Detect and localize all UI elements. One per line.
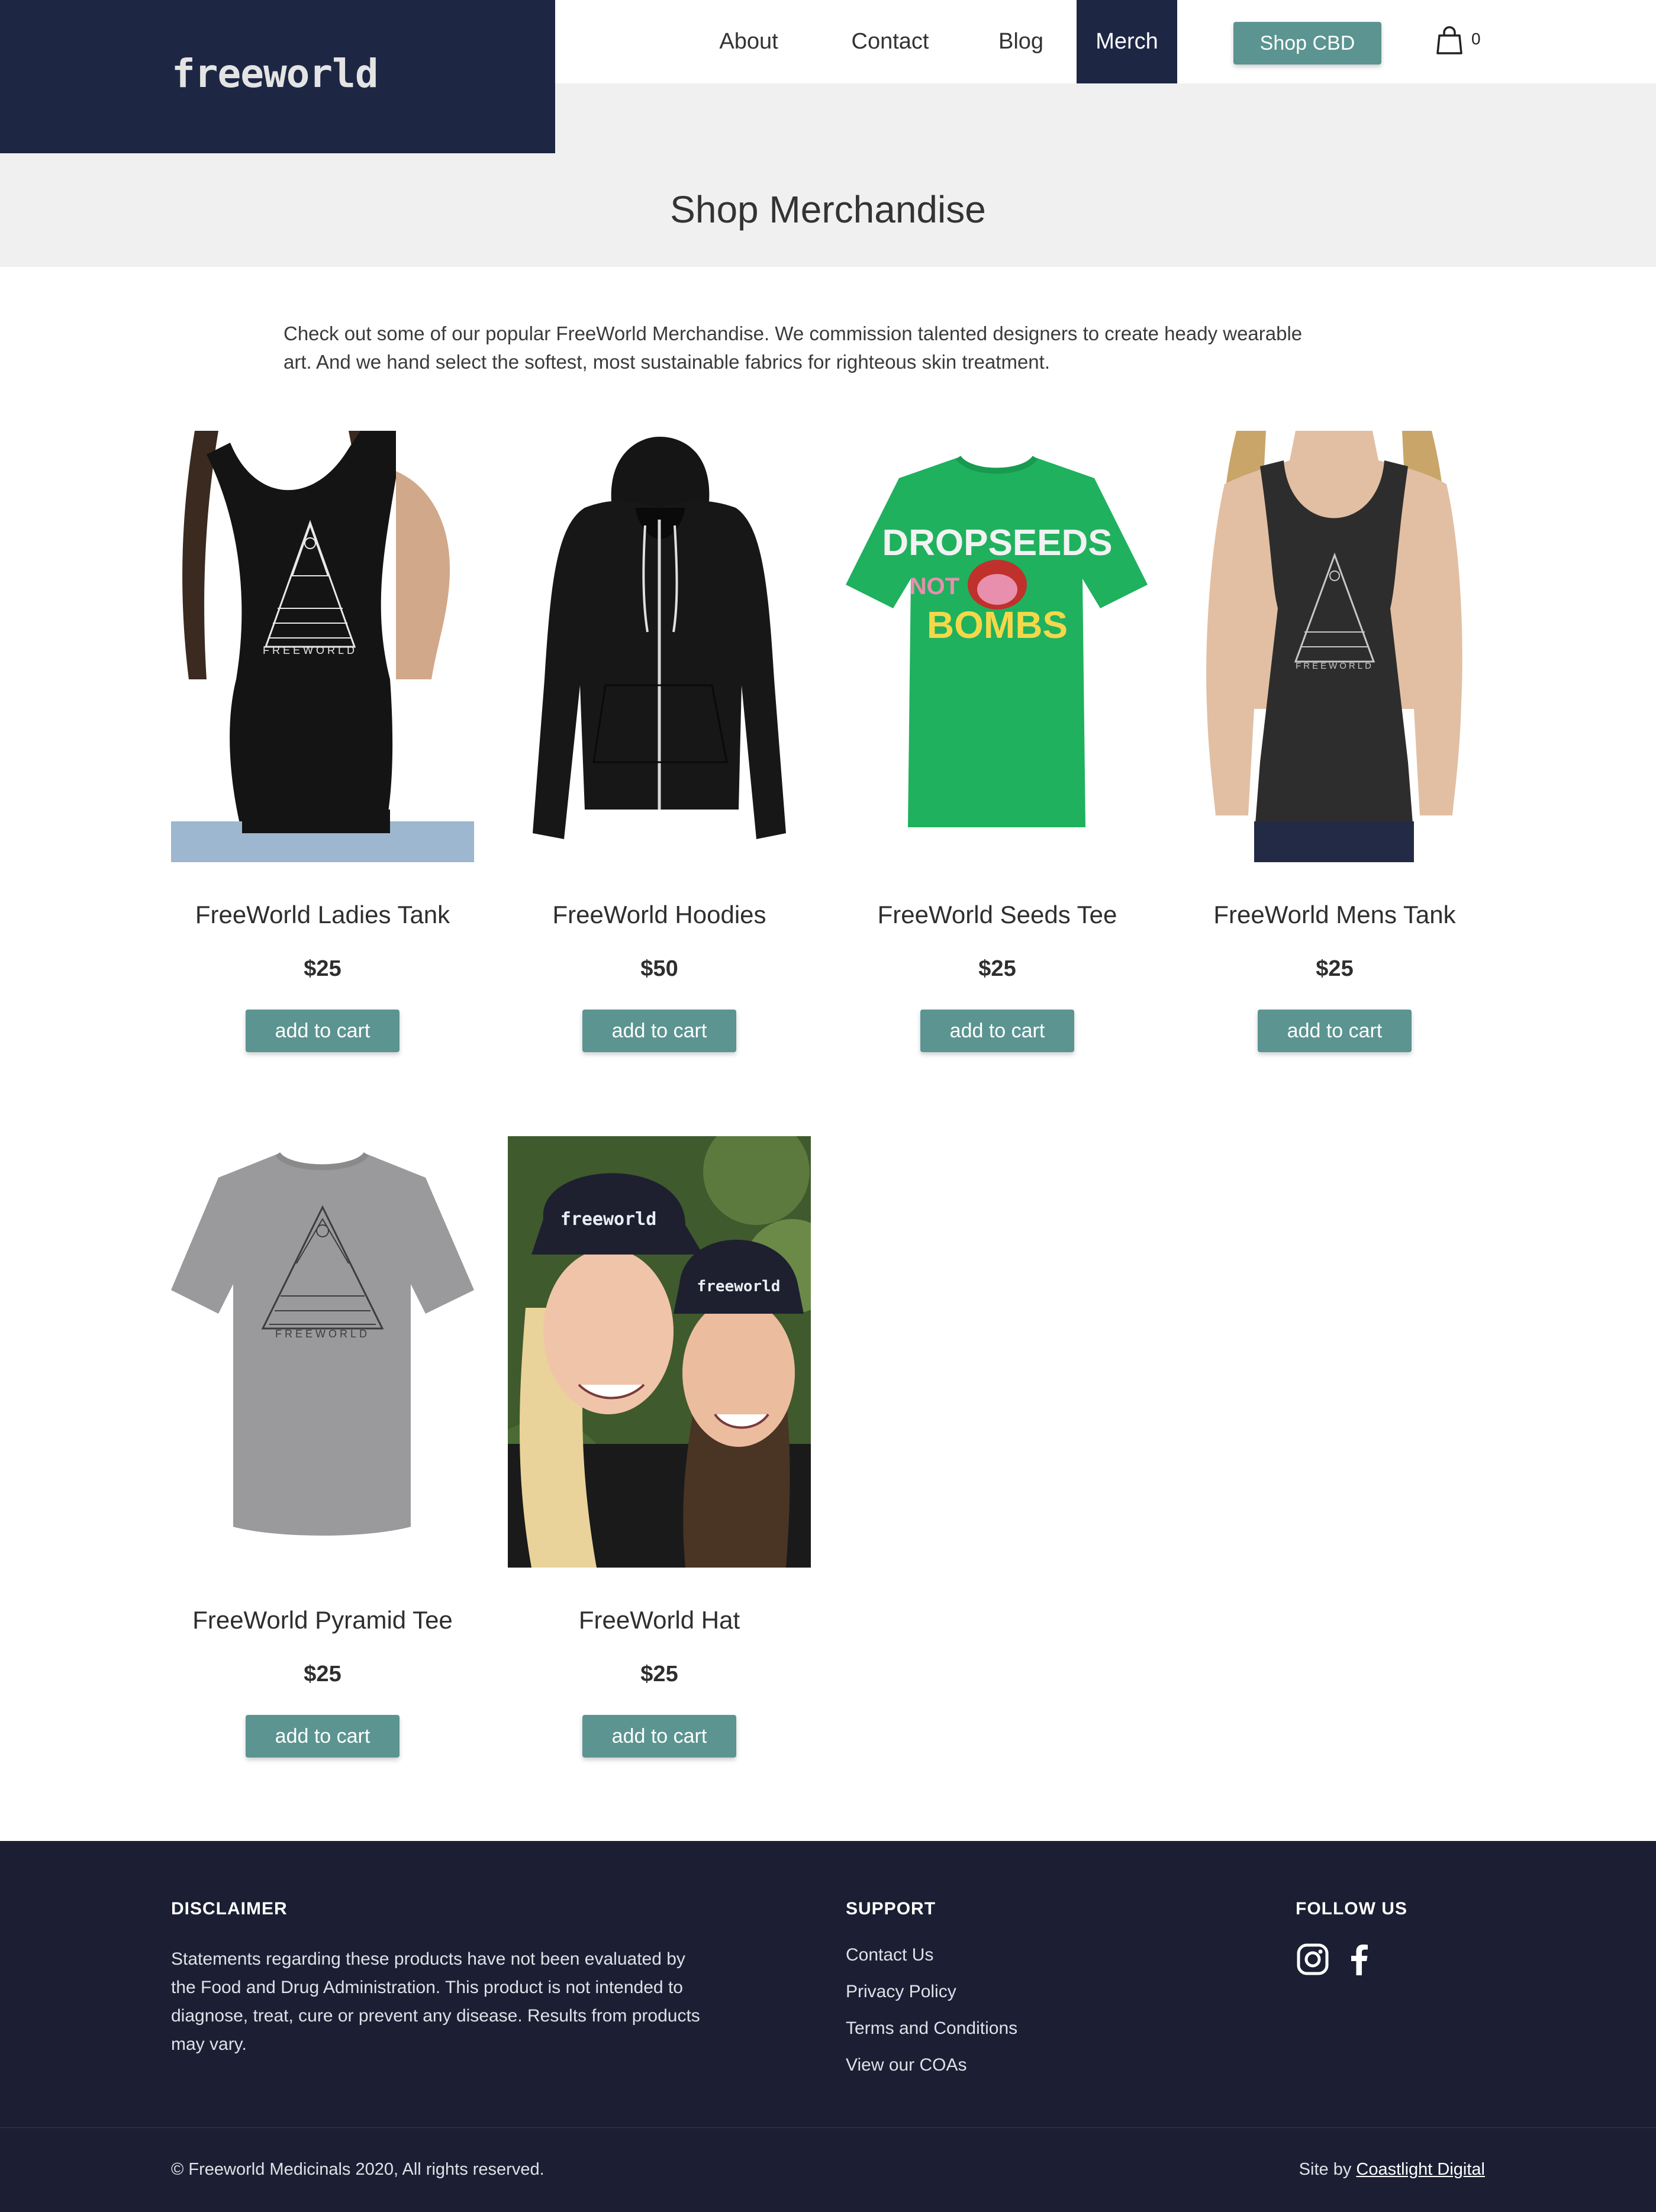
product-image[interactable]: FREEWORLD: [1183, 431, 1486, 862]
product-price: $25: [304, 956, 341, 981]
support-heading: SUPPORT: [846, 1899, 936, 1918]
footer-divider: [0, 2127, 1656, 2128]
footer-link-terms[interactable]: Terms and Conditions: [846, 2018, 1017, 2039]
shop-cbd-button[interactable]: Shop CBD: [1233, 22, 1381, 65]
garment-print-text: FREEWORLD: [263, 644, 357, 656]
product-price: $25: [1316, 956, 1354, 981]
seeds-print-line-3: BOMBS: [927, 604, 1068, 646]
product-price: $25: [640, 1662, 678, 1687]
garment-print-text: FREEWORLD: [275, 1328, 370, 1340]
product-card: FREEWORLD FreeWorld Ladies Tank $25 add …: [171, 431, 474, 1052]
product-card: DROPSEEDS NOT BOMBS FreeWorld Seeds Tee …: [846, 431, 1149, 1052]
add-to-cart-button[interactable]: add to cart: [246, 1010, 399, 1052]
intro-text: Check out some of our popular FreeWorld …: [283, 323, 1303, 373]
product-name[interactable]: FreeWorld Ladies Tank: [147, 901, 498, 929]
product-card: FREEWORLD FreeWorld Mens Tank $25 add to…: [1183, 431, 1486, 1052]
product-name[interactable]: FreeWorld Mens Tank: [1159, 901, 1510, 929]
product-name[interactable]: FreeWorld Hat: [484, 1606, 835, 1634]
add-to-cart-button[interactable]: add to cart: [246, 1715, 399, 1758]
product-name[interactable]: FreeWorld Pyramid Tee: [147, 1606, 498, 1634]
hat-print-text: freeworld: [697, 1278, 781, 1295]
shopping-bag-icon[interactable]: [1436, 26, 1463, 56]
garment-print-text: FREEWORLD: [1296, 661, 1374, 671]
add-to-cart-button[interactable]: add to cart: [582, 1715, 736, 1758]
logo-block[interactable]: freeworld: [0, 0, 555, 153]
site-credit-link[interactable]: Coastlight Digital: [1356, 2160, 1485, 2179]
site-footer: DISCLAIMER Statements regarding these pr…: [0, 1841, 1656, 2212]
seeds-print-line-1: DROPSEEDS: [882, 523, 1112, 563]
product-image[interactable]: DROPSEEDS NOT BOMBS: [846, 431, 1149, 862]
footer-link-privacy-policy[interactable]: Privacy Policy: [846, 1982, 956, 2002]
disclaimer-heading: DISCLAIMER: [171, 1899, 288, 1918]
product-image[interactable]: [508, 431, 811, 862]
logo[interactable]: freeworld: [172, 51, 379, 96]
page-title: Shop Merchandise: [670, 188, 986, 231]
seeds-print-line-2: NOT: [910, 573, 959, 599]
cart-count: 0: [1471, 30, 1481, 48]
site-credit: Site by Coastlight Digital: [1299, 2160, 1485, 2179]
footer-link-coas[interactable]: View our COAs: [846, 2055, 967, 2075]
disclaimer-text: Statements regarding these products have…: [171, 1949, 700, 2054]
nav-blog[interactable]: Blog: [977, 0, 1065, 83]
facebook-icon[interactable]: [1342, 1942, 1377, 1976]
follow-heading: FOLLOW US: [1296, 1899, 1407, 1918]
product-card: FreeWorld Hoodies $50 add to cart: [508, 431, 811, 1052]
top-navigation: About Contact Blog Merch: [555, 0, 1656, 83]
add-to-cart-button[interactable]: add to cart: [582, 1010, 736, 1052]
product-name[interactable]: FreeWorld Hoodies: [484, 901, 835, 929]
product-name[interactable]: FreeWorld Seeds Tee: [822, 901, 1172, 929]
footer-link-contact-us[interactable]: Contact Us: [846, 1945, 933, 1965]
add-to-cart-button[interactable]: add to cart: [920, 1010, 1074, 1052]
nav-merch[interactable]: Merch: [1077, 0, 1177, 83]
add-to-cart-button[interactable]: add to cart: [1258, 1010, 1412, 1052]
product-image[interactable]: FREEWORLD: [171, 431, 474, 862]
product-price: $25: [304, 1662, 341, 1687]
product-image[interactable]: freeworld freeworld: [508, 1136, 811, 1568]
hat-print-text: freeworld: [560, 1209, 657, 1230]
product-price: $50: [640, 956, 678, 981]
nav-about[interactable]: About: [704, 0, 793, 83]
product-price: $25: [978, 956, 1016, 981]
product-card: FREEWORLD FreeWorld Pyramid Tee $25 add …: [171, 1136, 474, 1758]
product-image[interactable]: FREEWORLD: [171, 1136, 474, 1568]
site-credit-prefix: Site by: [1299, 2160, 1357, 2179]
nav-contact[interactable]: Contact: [831, 0, 949, 83]
copyright-text: © Freeworld Medicinals 2020, All rights …: [171, 2160, 545, 2179]
instagram-icon[interactable]: [1296, 1942, 1330, 1976]
product-card: freeworld freeworld FreeWorld Hat $25 ad…: [508, 1136, 811, 1758]
